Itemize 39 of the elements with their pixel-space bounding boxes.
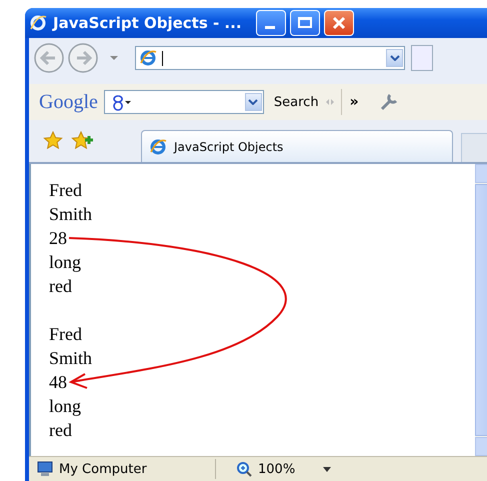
computer-icon[interactable] (37, 461, 53, 477)
back-button[interactable] (33, 42, 65, 74)
output-line: 28 (49, 228, 67, 248)
output-line: Fred (49, 324, 82, 344)
address-field[interactable] (135, 46, 405, 70)
dropdown-button[interactable] (386, 49, 403, 67)
window-title: JavaScript Objects - ... (53, 14, 242, 32)
zoom-level[interactable]: 100% (258, 462, 296, 476)
status-text: My Computer (59, 462, 148, 476)
browser-icon (140, 49, 158, 67)
zoom-icon[interactable] (236, 461, 252, 477)
google-logo: Google (39, 90, 98, 114)
chevron-icon[interactable] (248, 99, 258, 105)
forward-button[interactable] (67, 42, 99, 74)
browser-icon (29, 14, 47, 32)
minimize-button[interactable] (256, 10, 286, 36)
dropdown-icon[interactable] (323, 466, 332, 472)
add-star-icon[interactable] (71, 131, 93, 149)
close-icon[interactable] (332, 16, 346, 30)
maximize-button[interactable] (290, 10, 320, 36)
star-icon[interactable] (43, 131, 63, 149)
wrench-icon[interactable] (378, 92, 399, 112)
output-line: long (49, 252, 82, 272)
output-line: 48 (49, 372, 67, 392)
go-button[interactable] (411, 45, 433, 71)
search-field[interactable] (104, 90, 264, 114)
output-line: red (49, 276, 72, 296)
output-line: red (49, 420, 72, 440)
browser-icon (150, 138, 168, 156)
output-line: Smith (49, 348, 92, 368)
close-button[interactable] (324, 10, 354, 36)
search-button[interactable]: Search (274, 94, 319, 110)
output-line: Fred (49, 180, 82, 200)
output-line: Smith (49, 204, 92, 224)
output-line: long (49, 396, 82, 416)
tab[interactable]: JavaScript Objects (141, 130, 453, 162)
chevron-icon[interactable] (390, 55, 400, 61)
more-button[interactable]: » (350, 94, 359, 110)
dropdown-button[interactable] (244, 93, 262, 111)
